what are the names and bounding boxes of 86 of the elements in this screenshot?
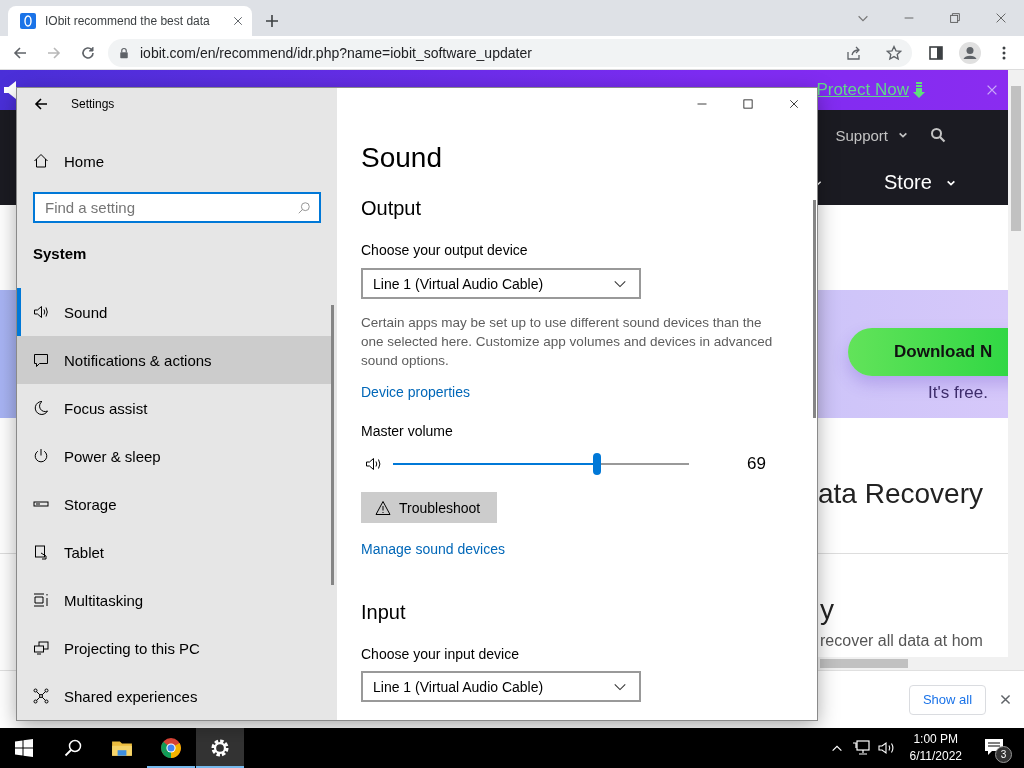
warning-icon — [375, 499, 391, 516]
clock-date[interactable]: 6/11/2022 — [909, 748, 962, 765]
home-icon — [33, 153, 49, 169]
start-icon[interactable] — [15, 739, 33, 757]
slider-thumb[interactable] — [593, 453, 602, 475]
sidebar-item[interactable]: Projecting to this PC — [17, 624, 333, 672]
scrollbar[interactable] — [813, 200, 816, 418]
volume-value: 69 — [747, 454, 766, 474]
tablet-icon — [33, 544, 49, 560]
sidebar-item[interactable]: Sound — [17, 288, 333, 336]
section-heading: System — [32, 243, 88, 264]
home-link[interactable]: Home — [17, 137, 333, 185]
clock-time[interactable]: 1:00 PM — [913, 731, 959, 748]
nav-link[interactable]: Support — [835, 126, 888, 144]
download-arrow-icon — [913, 82, 925, 98]
page-title: Sound — [361, 141, 443, 175]
speaker-icon — [4, 81, 16, 99]
back-icon[interactable] — [33, 96, 49, 112]
search-field[interactable]: Find a setting — [33, 192, 321, 223]
scrollbar[interactable] — [331, 305, 334, 585]
search-icon[interactable] — [64, 739, 82, 757]
nav-link[interactable]: Store — [884, 171, 932, 194]
show-all-button[interactable]: Show all — [909, 684, 986, 715]
sidebar-item[interactable]: Shared experiences — [17, 672, 333, 720]
monitor-icon — [33, 640, 49, 656]
manage-devices-link[interactable]: Manage sound devices — [361, 539, 505, 559]
section-title: ata Recovery — [818, 478, 983, 509]
address-bar[interactable]: iobit.com/en/recommend/idr.php?name=iobit_software_updater — [108, 38, 912, 67]
sidebar-item[interactable]: Power & sleep — [17, 432, 333, 480]
lock-icon — [118, 45, 130, 60]
horizontal-scrollbar[interactable] — [818, 657, 1008, 670]
share-icon[interactable] — [846, 44, 862, 61]
device-dropdown[interactable]: Line 1 (Virtual Audio Cable) — [361, 268, 641, 299]
field-label: Master volume — [361, 422, 453, 441]
device-dropdown[interactable]: Line 1 (Virtual Audio Cable) — [361, 671, 641, 702]
field-label: Choose your output device — [361, 241, 528, 260]
sidebar-item[interactable]: Storage — [17, 480, 333, 528]
field-label: Choose your input device — [361, 645, 519, 664]
close-icon[interactable] — [788, 98, 800, 110]
sidebar-item[interactable]: Focus assist — [17, 384, 333, 432]
taskbar-button[interactable] — [196, 728, 244, 768]
restore-icon[interactable] — [948, 11, 962, 25]
browser-tab[interactable]: IObit recommend the best data — [8, 6, 252, 36]
volume-slider[interactable] — [393, 452, 689, 476]
moon-icon — [33, 400, 49, 416]
search-icon — [297, 201, 311, 215]
maximize-icon[interactable] — [742, 98, 754, 110]
speaker-icon[interactable] — [877, 740, 896, 756]
gear-icon — [209, 737, 231, 759]
help-text: Certain apps may be set up to use different sound devices than the one selected here. Customize app volumes and devices in advanced sound options. — [361, 314, 774, 370]
device-properties-link[interactable]: Device properties — [361, 382, 470, 402]
network-icon — [33, 688, 49, 704]
sidebar-item[interactable]: Multitasking — [17, 576, 333, 624]
tab-title: IObit recommend the best data — [45, 14, 211, 28]
plus-icon[interactable] — [264, 13, 280, 29]
profile-icon[interactable] — [959, 41, 981, 64]
window-icon — [33, 592, 49, 608]
chevron-down-icon — [898, 130, 908, 140]
star-icon[interactable] — [886, 44, 902, 61]
window-title: Settings — [71, 97, 115, 111]
section-heading: Output — [361, 196, 423, 221]
network-icon[interactable] — [851, 740, 870, 756]
reload-icon[interactable] — [80, 44, 96, 61]
globe-icon — [20, 13, 36, 29]
sidebar-item[interactable]: Notifications & actions — [17, 336, 333, 384]
section-title: y — [820, 594, 834, 626]
browser-icon — [160, 737, 182, 759]
speech-bubble-icon — [33, 352, 49, 368]
side-panel-icon[interactable] — [928, 44, 944, 61]
troubleshoot-button[interactable]: Troubleshoot — [361, 492, 498, 523]
close-icon[interactable] — [999, 693, 1012, 706]
close-icon[interactable] — [232, 15, 244, 27]
url-text: iobit.com/en/recommend/idr.php?name=iobit_software_updater — [140, 44, 533, 61]
promo-note: It's free. — [928, 383, 989, 403]
vertical-scrollbar[interactable] — [1008, 70, 1024, 670]
sidebar-item[interactable]: Tablet — [17, 528, 333, 576]
search-icon[interactable] — [930, 127, 946, 143]
speaker-icon — [33, 304, 49, 320]
notification-badge: 3 — [995, 746, 1012, 763]
section-heading: Input — [361, 600, 407, 625]
menu-icon[interactable] — [1002, 44, 1006, 61]
power-icon — [33, 448, 49, 464]
back-icon[interactable] — [12, 44, 28, 61]
close-icon[interactable] — [994, 11, 1008, 25]
section-text: recover all data at hom — [820, 632, 983, 650]
download-button[interactable]: Download N — [848, 328, 1008, 376]
